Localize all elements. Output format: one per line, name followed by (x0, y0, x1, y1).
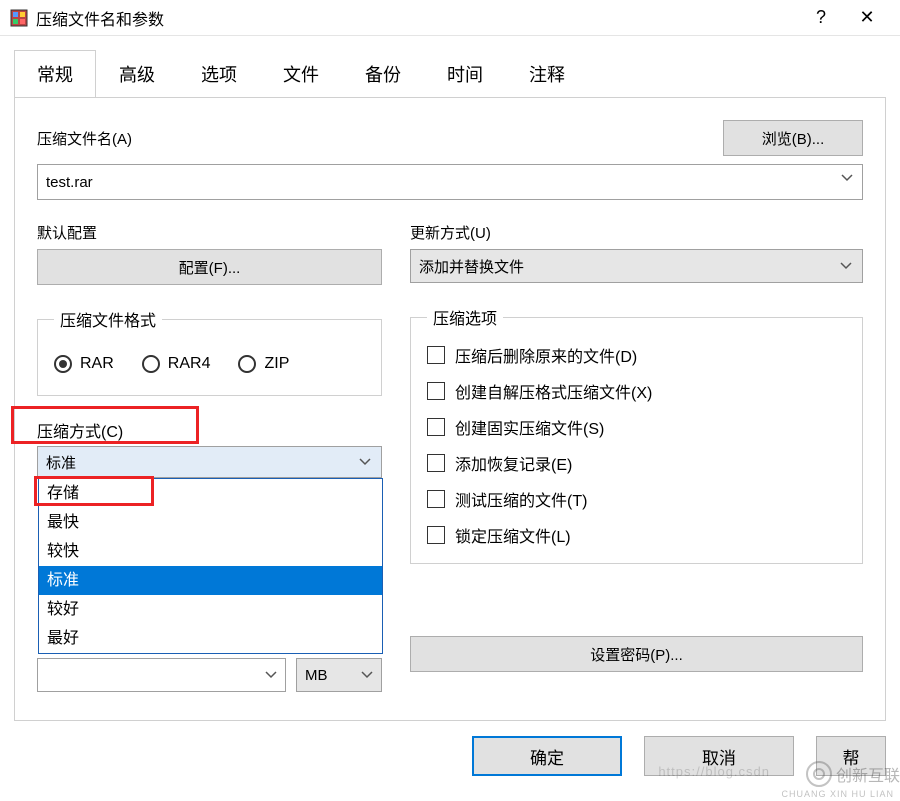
opt-delete-after[interactable]: 压缩后删除原来的文件(D) (427, 343, 846, 367)
tab-backup[interactable]: 备份 (342, 50, 424, 98)
radio-icon (238, 355, 256, 373)
checkbox-icon (427, 454, 445, 472)
checkbox-icon (427, 526, 445, 544)
method-item-normal[interactable]: 标准 (39, 566, 382, 595)
update-mode-label: 更新方式(U) (410, 222, 863, 243)
filename-input[interactable] (37, 164, 863, 200)
update-mode-select[interactable]: 添加并替换文件 (410, 249, 863, 283)
format-zip[interactable]: ZIP (238, 355, 289, 373)
method-item-best[interactable]: 最好 (39, 624, 382, 653)
combo-value: 标准 (46, 452, 76, 473)
radio-icon (142, 355, 160, 373)
set-password-button[interactable]: 设置密码(P)... (410, 636, 863, 672)
method-item-fastest[interactable]: 最快 (39, 508, 382, 537)
chevron-down-icon (265, 671, 277, 679)
checkbox-icon (427, 346, 445, 364)
format-legend: 压缩文件格式 (54, 307, 162, 331)
tab-time[interactable]: 时间 (424, 50, 506, 98)
cancel-button[interactable]: 取消 (644, 736, 794, 776)
compression-method-label: 压缩方式(C) (37, 418, 382, 442)
opt-recovery[interactable]: 添加恢复记录(E) (427, 451, 846, 475)
method-item-good[interactable]: 较好 (39, 595, 382, 624)
options-fieldset: 压缩选项 压缩后删除原来的文件(D) 创建自解压格式压缩文件(X) 创建固实压缩… (410, 305, 863, 564)
compression-method-combo[interactable]: 标准 存储 最快 较快 标准 较好 最好 (37, 446, 382, 478)
checkbox-icon (427, 382, 445, 400)
split-size-combo[interactable] (37, 658, 286, 692)
format-rar[interactable]: RAR (54, 355, 114, 373)
checkbox-icon (427, 418, 445, 436)
chevron-down-icon (361, 671, 373, 679)
opt-sfx[interactable]: 创建自解压格式压缩文件(X) (427, 379, 846, 403)
tab-bar: 常规 高级 选项 文件 备份 时间 注释 (14, 50, 900, 98)
default-config-label: 默认配置 (37, 222, 382, 243)
chevron-down-icon (359, 458, 371, 466)
format-fieldset: 压缩文件格式 RAR RAR4 ZIP (37, 307, 382, 396)
unit-value: MB (305, 667, 328, 684)
method-item-fast[interactable]: 较快 (39, 537, 382, 566)
select-value: 添加并替换文件 (419, 256, 524, 277)
app-icon (10, 9, 28, 27)
help-icon[interactable]: ? (798, 7, 844, 28)
checkbox-icon (427, 490, 445, 508)
watermark-sub: CHUANG XIN HU LIAN (781, 789, 894, 799)
split-unit-combo[interactable]: MB (296, 658, 382, 692)
format-rar4[interactable]: RAR4 (142, 355, 211, 373)
config-button[interactable]: 配置(F)... (37, 249, 382, 285)
tab-advanced[interactable]: 高级 (96, 50, 178, 98)
tab-comment[interactable]: 注释 (506, 50, 588, 98)
tab-files[interactable]: 文件 (260, 50, 342, 98)
filename-label: 压缩文件名(A) (37, 128, 132, 149)
browse-button[interactable]: 浏览(B)... (723, 120, 863, 156)
help-button[interactable]: 帮 (816, 736, 886, 776)
chevron-down-icon (840, 262, 852, 270)
options-legend: 压缩选项 (427, 305, 503, 329)
window-title: 压缩文件名和参数 (36, 6, 798, 30)
opt-test[interactable]: 测试压缩的文件(T) (427, 487, 846, 511)
tab-general[interactable]: 常规 (14, 50, 96, 98)
opt-lock[interactable]: 锁定压缩文件(L) (427, 523, 846, 547)
method-item-store[interactable]: 存储 (39, 479, 382, 508)
ok-button[interactable]: 确定 (472, 736, 622, 776)
tab-options[interactable]: 选项 (178, 50, 260, 98)
opt-solid[interactable]: 创建固实压缩文件(S) (427, 415, 846, 439)
close-icon[interactable]: ✕ (844, 7, 890, 28)
radio-icon (54, 355, 72, 373)
compression-method-dropdown: 存储 最快 较快 标准 较好 最好 (38, 478, 383, 654)
